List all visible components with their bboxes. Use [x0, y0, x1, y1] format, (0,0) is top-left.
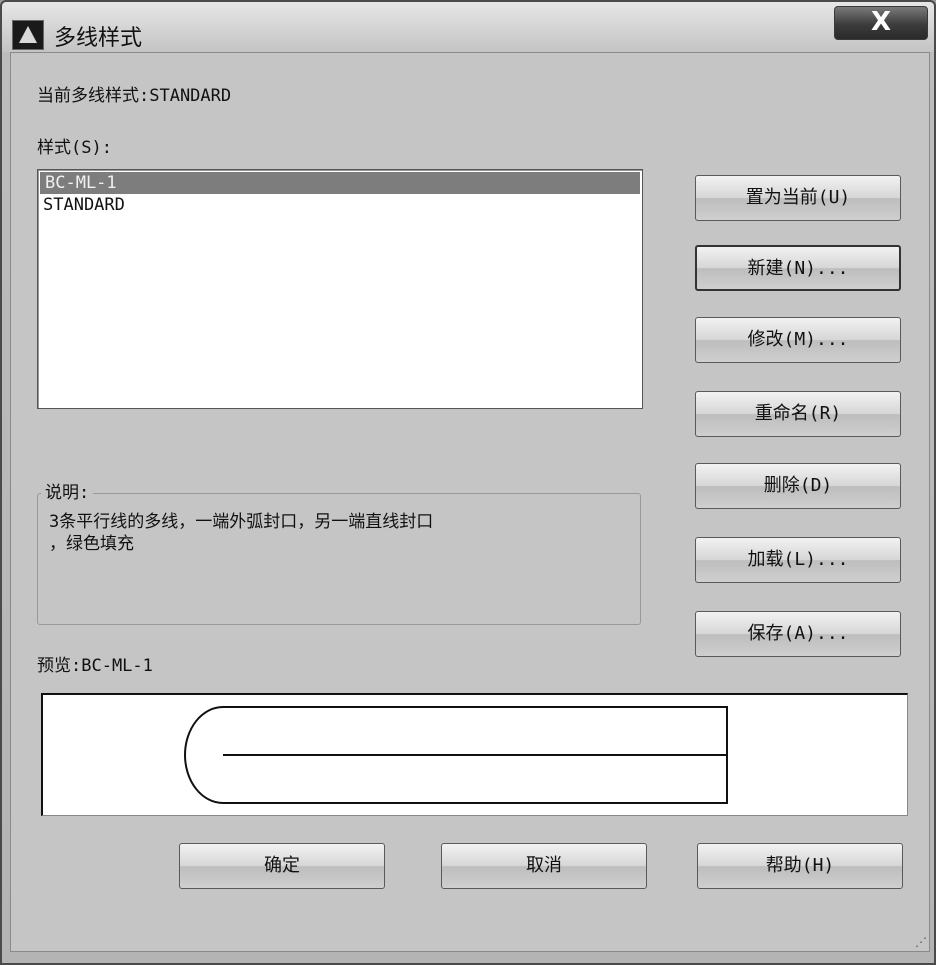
description-label: 说明:	[41, 478, 94, 503]
set-current-button[interactable]: 置为当前(U)	[695, 175, 901, 221]
rename-button[interactable]: 重命名(R)	[695, 391, 901, 437]
delete-button[interactable]: 删除(D)	[695, 463, 901, 509]
close-button[interactable]: X	[834, 6, 928, 40]
dialog-body: 当前多线样式:STANDARD 样式(S): BC-ML-1 STANDARD …	[10, 52, 930, 952]
current-style-label: 当前多线样式:STANDARD	[37, 86, 232, 106]
multiline-style-dialog: 多线样式 X 当前多线样式:STANDARD 样式(S): BC-ML-1 ST…	[0, 0, 936, 965]
load-button[interactable]: 加载(L)...	[695, 537, 901, 583]
multiline-preview	[41, 693, 908, 816]
help-button[interactable]: 帮助(H)	[697, 843, 903, 889]
style-item-standard[interactable]: STANDARD	[38, 194, 642, 216]
resize-grip-icon[interactable]: ⋰	[915, 935, 927, 949]
save-button[interactable]: 保存(A)...	[695, 611, 901, 657]
description-line-2: ，绿色填充	[49, 534, 134, 554]
title-bar[interactable]: 多线样式 X	[2, 2, 934, 52]
description-text: 3条平行线的多线，一端外弧封口，另一端直线封口 ，绿色填充	[49, 511, 629, 555]
new-button[interactable]: 新建(N)...	[695, 245, 901, 291]
styles-label: 样式(S):	[37, 138, 112, 158]
dialog-title: 多线样式	[54, 26, 143, 51]
styles-listbox[interactable]: BC-ML-1 STANDARD	[37, 169, 643, 409]
style-item-bc-ml-1[interactable]: BC-ML-1	[40, 172, 640, 194]
preview-label: 预览:BC-ML-1	[37, 656, 153, 676]
description-line-1: 3条平行线的多线，一端外弧封口，另一端直线封口	[49, 512, 434, 532]
cancel-button[interactable]: 取消	[441, 843, 647, 889]
autocad-app-icon	[12, 20, 44, 50]
ok-button[interactable]: 确定	[179, 843, 385, 889]
modify-button[interactable]: 修改(M)...	[695, 317, 901, 363]
multiline-preview-drawing	[184, 706, 728, 804]
